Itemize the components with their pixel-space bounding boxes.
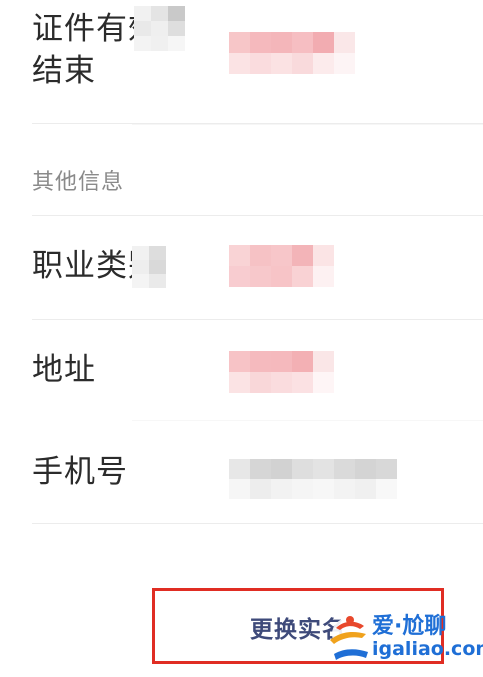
cert-validity-label-2: 结束 bbox=[32, 48, 96, 94]
section-title-other-info: 其他信息 bbox=[32, 170, 125, 195]
phone-label: 手机号 bbox=[32, 454, 128, 490]
divider bbox=[32, 215, 483, 216]
watermark-logo-icon bbox=[330, 616, 368, 660]
watermark: 爱·尬聊 igaliao.com bbox=[326, 604, 483, 668]
divider bbox=[32, 319, 483, 320]
phone-value-mosaic bbox=[229, 459, 397, 499]
address-label: 地址 bbox=[32, 352, 96, 388]
watermark-url: igaliao.com bbox=[372, 638, 483, 660]
divider bbox=[32, 523, 483, 524]
occupation-value-mosaic bbox=[229, 245, 334, 287]
divider bbox=[132, 420, 483, 421]
cert-validity-value-mosaic bbox=[229, 32, 355, 74]
cert-validity-label-line2: 结束 bbox=[32, 53, 96, 89]
divider-shadow bbox=[132, 124, 483, 125]
watermark-title: 爱·尬聊 bbox=[372, 614, 447, 639]
label-mosaic bbox=[134, 6, 185, 51]
label-mosaic bbox=[132, 246, 166, 288]
address-value-mosaic bbox=[229, 351, 334, 393]
